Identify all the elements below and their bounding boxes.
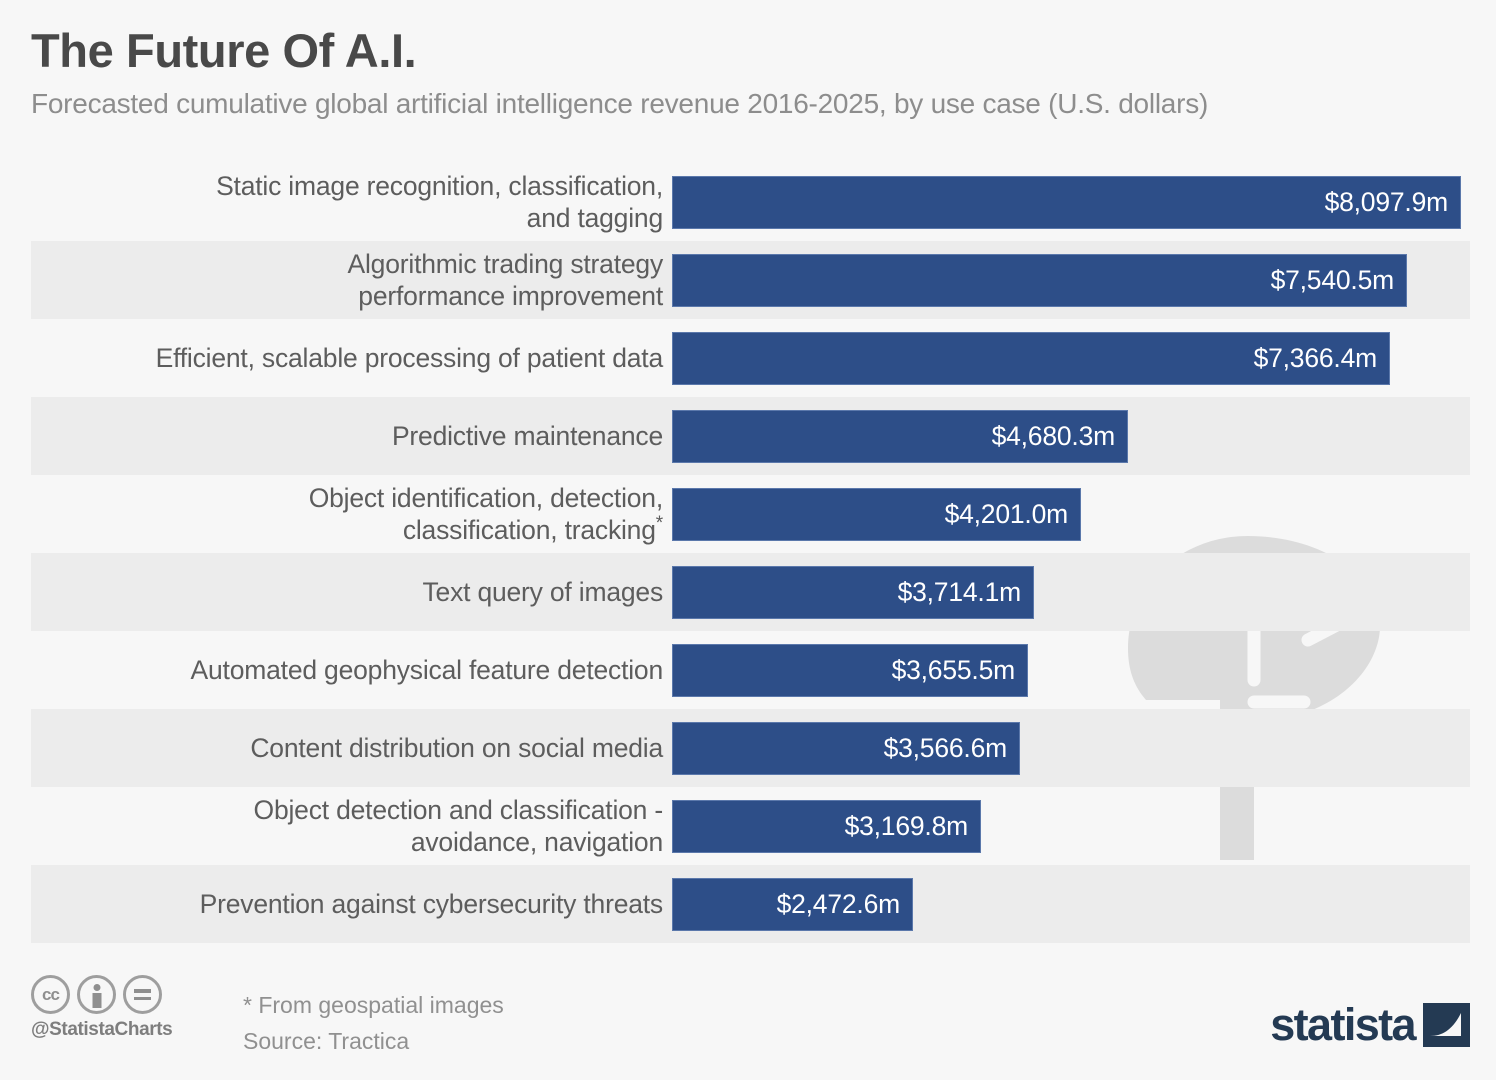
bar[interactable]: $3,169.8m [672, 799, 981, 853]
bar-value-label: $7,540.5m [1270, 264, 1395, 295]
bar-value-label: $3,566.6m [883, 732, 1008, 763]
row-label: Prevention against cybersecurity threats [0, 888, 672, 920]
table-row: Content distribution on social media $3,5… [0, 709, 1496, 787]
row-label: Efficient, scalable processing of patien… [0, 342, 672, 374]
bar-track: $3,169.8m [672, 787, 1496, 865]
creative-commons-icons: cc [31, 975, 201, 1014]
row-label: Text query of images [0, 576, 672, 608]
row-label: Algorithmic trading strategy performance … [0, 248, 672, 313]
bar-track: $7,366.4m [672, 319, 1496, 397]
bar-value-label: $3,714.1m [897, 576, 1022, 607]
bar[interactable]: $7,540.5m [672, 253, 1407, 307]
cc-by-person-icon [77, 975, 116, 1014]
bar[interactable]: $3,655.5m [672, 643, 1028, 697]
table-row: Automated geophysical feature detection $… [0, 631, 1496, 709]
bar[interactable]: $3,714.1m [672, 565, 1034, 619]
bar-value-label: $7,366.4m [1253, 342, 1378, 373]
bar-track: $3,714.1m [672, 553, 1496, 631]
bar[interactable]: $2,472.6m [672, 877, 913, 931]
table-row: Object identification, detection, classif… [0, 475, 1496, 553]
bar-track: $7,540.5m [672, 241, 1496, 319]
bar-value-label: $4,680.3m [991, 420, 1116, 451]
row-label-line: Prevention against cybersecurity threats [199, 888, 664, 919]
bar-value-label: $3,169.8m [844, 810, 969, 841]
statista-wordmark: statista [1270, 999, 1416, 1050]
table-row: Algorithmic trading strategy performance … [0, 241, 1496, 319]
row-label-line: Algorithmic trading strategy [347, 248, 664, 279]
row-label-line: Object detection and classification - [253, 794, 664, 825]
bar[interactable]: $3,566.6m [672, 721, 1020, 775]
row-label-line: Content distribution on social media [250, 732, 663, 763]
row-label-line: Automated geophysical feature detection [190, 654, 664, 685]
row-label: Predictive maintenance [0, 420, 672, 452]
bar-track: $3,566.6m [672, 709, 1496, 787]
chart-header: The Future Of A.I. Forecasted cumulative… [31, 26, 1471, 121]
chart-footer: cc @StatistaCharts * From geospatial ima… [31, 975, 1471, 1065]
footnote-marker: * [655, 513, 663, 535]
statista-swoosh-icon [1423, 1002, 1470, 1047]
bar-track: $4,201.0m [672, 475, 1496, 553]
page-subtitle: Forecasted cumulative global artificial … [31, 88, 1209, 120]
row-label: Static image recognition, classification… [0, 170, 672, 235]
bar[interactable]: $4,680.3m [672, 409, 1128, 463]
table-row: Text query of images $3,714.1m [0, 553, 1496, 631]
row-label: Automated geophysical feature detection [0, 654, 672, 686]
bar-value-label: $8,097.9m [1324, 186, 1449, 217]
bar-value-label: $3,655.5m [891, 654, 1016, 685]
table-row: Prevention against cybersecurity threats… [0, 865, 1496, 943]
row-label-line: performance improvement [358, 281, 663, 311]
bar-track: $3,655.5m [672, 631, 1496, 709]
bar-value-label: $2,472.6m [776, 888, 901, 919]
source-text: Source: Tractica [243, 1027, 410, 1054]
bar-track: $8,097.9m [672, 163, 1496, 241]
bar[interactable]: $8,097.9m [672, 175, 1461, 229]
row-label-line: Efficient, scalable processing of patien… [155, 342, 664, 373]
bar-track: $4,680.3m [672, 397, 1496, 475]
bar[interactable]: $4,201.0m [672, 487, 1081, 541]
table-row: Efficient, scalable processing of patien… [0, 319, 1496, 397]
creative-commons-block: cc @StatistaCharts [31, 975, 201, 1041]
statista-infographic: The Future Of A.I. Forecasted cumulative… [0, 0, 1496, 1080]
row-label: Object identification, detection, classif… [0, 482, 672, 547]
row-label: Content distribution on social media [0, 732, 672, 764]
row-label-line: and tagging [526, 203, 664, 233]
row-label-line: Object identification, detection, [308, 482, 664, 513]
bar-chart: Static image recognition, classification… [0, 163, 1496, 943]
bar[interactable]: $7,366.4m [672, 331, 1390, 385]
row-label: Object detection and classification - avo… [0, 794, 672, 859]
cc-icon: cc [31, 975, 70, 1014]
statista-logo: statista [1270, 1002, 1470, 1047]
table-row: Object detection and classification - avo… [0, 787, 1496, 865]
row-label-line: Predictive maintenance [391, 420, 663, 451]
bar-track: $2,472.6m [672, 865, 1496, 943]
table-row: Predictive maintenance $4,680.3m [0, 397, 1496, 475]
bar-value-label: $4,201.0m [944, 498, 1069, 529]
row-label-line: Text query of images [422, 576, 663, 607]
cc-nd-equals-icon [123, 975, 162, 1014]
row-label-line: avoidance, navigation [410, 827, 663, 857]
statista-charts-handle: @StatistaCharts [31, 1019, 173, 1040]
footnote-text: * From geospatial images [243, 992, 504, 1018]
source-block: * From geospatial images Source: Tractic… [243, 988, 504, 1059]
table-row: Static image recognition, classification… [0, 163, 1496, 241]
page-title: The Future Of A.I. [31, 24, 417, 77]
row-label-line: classification, tracking [402, 515, 656, 545]
row-label-line: Static image recognition, classification… [216, 170, 663, 201]
